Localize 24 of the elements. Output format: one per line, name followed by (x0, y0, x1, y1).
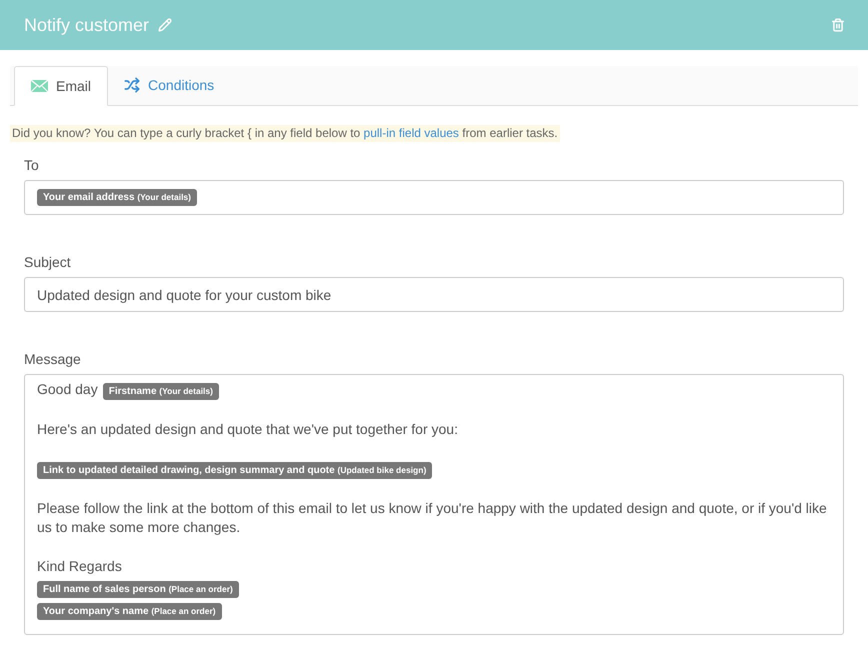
field-tag[interactable]: Full name of sales person (Place an order) (37, 581, 239, 598)
field-label: Message (24, 350, 82, 369)
message-text: Good day (37, 381, 98, 397)
field-label: Subject (24, 253, 72, 272)
field-tag[interactable]: Your company's name (Place an order) (37, 603, 222, 620)
envelope-icon (31, 80, 48, 92)
header-title: Notify customer (24, 14, 150, 37)
subject-field[interactable]: Updated design and quote for your custom bike (24, 277, 844, 312)
field-tag[interactable]: Link to updated detailed drawing, design summary and quote (Updated bike design) (37, 462, 432, 479)
shuffle-icon (124, 77, 140, 93)
message-text: Kind Regards (37, 558, 122, 574)
tab[interactable]: Email (14, 66, 108, 106)
message-text: Here's an updated design and quote that we've put together for you: (37, 420, 459, 439)
to-field[interactable]: Your email address (Your details) (24, 180, 844, 215)
pencil-icon[interactable] (158, 18, 172, 32)
field-tag[interactable]: Firstname (Your details) (102, 383, 219, 400)
pull-in-link[interactable]: pull-in field values (364, 126, 459, 140)
hint-text: Did you know? You can type a curly bracket { in any field below to pull-in field values from earlier tasks. (10, 125, 560, 142)
message-field[interactable] (24, 374, 844, 635)
field-tag[interactable]: Your email address (Your details) (37, 189, 197, 206)
message-text: Please follow the link at the bottom of this email to let us know if you're happy with the updated design and quote, or if you'd like us to make some more changes. (37, 499, 828, 537)
delete-icon[interactable] (831, 18, 845, 32)
field-label: To (24, 156, 40, 175)
tab[interactable]: Conditions (108, 65, 230, 105)
